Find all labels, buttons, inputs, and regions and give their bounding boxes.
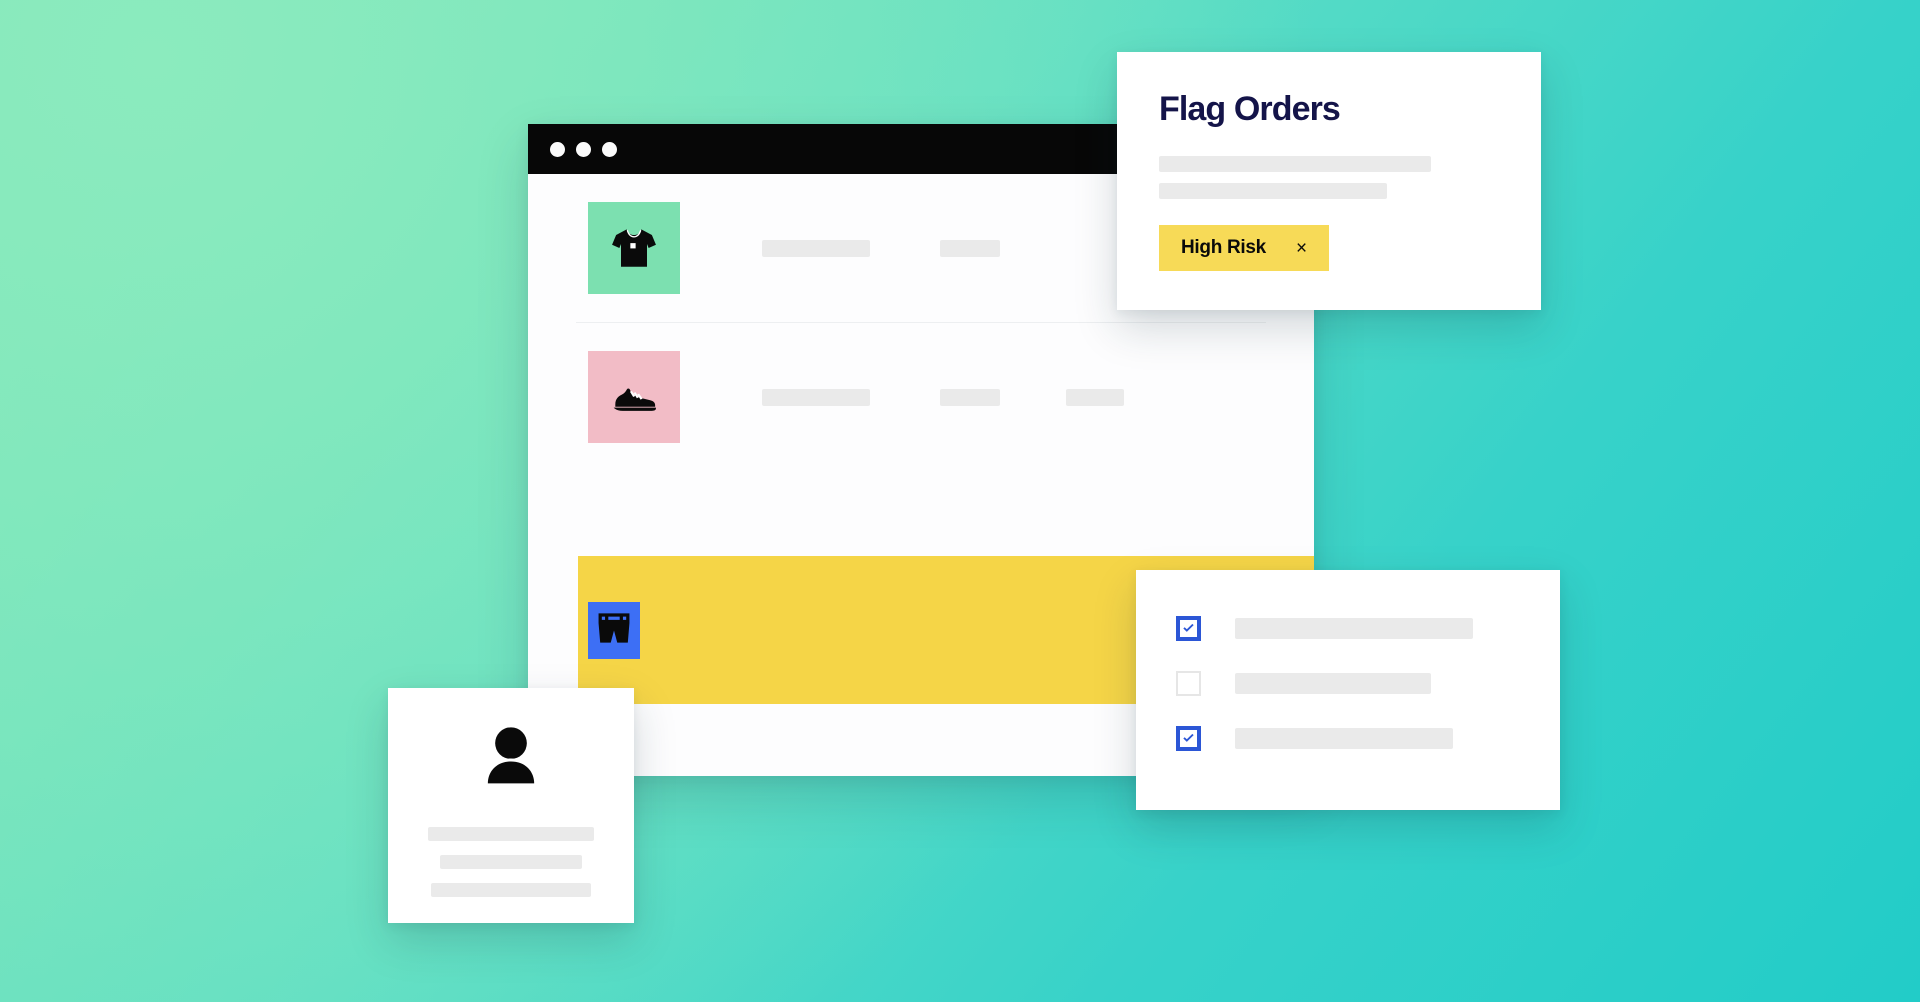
page-title: Flag Orders [1159, 90, 1341, 128]
shorts-icon [598, 612, 630, 643]
flag-orders-placeholder-lines [1159, 156, 1499, 199]
list-item[interactable] [1176, 726, 1520, 751]
window-dot-maximize[interactable] [602, 141, 617, 157]
tshirt-thumbnail [588, 202, 680, 294]
window-dot-close[interactable] [550, 141, 565, 157]
flag-orders-card: Flag Orders High Risk × [1117, 52, 1541, 310]
list-item-placeholder [1235, 618, 1473, 639]
list-item[interactable] [1176, 616, 1520, 641]
shorts-thumbnail [588, 601, 640, 659]
status-badge-label: High Risk [1181, 237, 1266, 258]
person-avatar-icon [487, 727, 535, 784]
field-placeholder [762, 388, 870, 406]
field-placeholder [940, 239, 1000, 257]
profile-card [388, 688, 634, 923]
checkmark-icon [1183, 733, 1194, 742]
list-item-placeholder [1235, 673, 1431, 694]
placeholder-line [428, 827, 594, 841]
page-background: Flag Orders High Risk × [0, 0, 1920, 1002]
sneaker-icon [613, 388, 656, 411]
field-placeholder [1066, 388, 1124, 406]
placeholder-line [431, 883, 591, 897]
status-badge[interactable]: High Risk × [1159, 225, 1329, 271]
order-row-fields [762, 239, 1000, 257]
avatar [472, 720, 550, 803]
field-placeholder [940, 388, 1000, 406]
checklist-card [1136, 570, 1560, 810]
order-row-fields [640, 621, 710, 639]
field-placeholder [762, 239, 870, 257]
order-row-sneaker[interactable] [528, 323, 1314, 471]
placeholder-line [1159, 183, 1387, 199]
sneaker-thumbnail [588, 351, 680, 443]
placeholder-line [440, 855, 582, 869]
list-item[interactable] [1176, 671, 1520, 696]
placeholder-line [1159, 156, 1431, 172]
window-dot-minimize[interactable] [576, 141, 591, 157]
checkmark-icon [1183, 623, 1194, 632]
checkbox-unchecked-icon[interactable] [1176, 671, 1201, 696]
profile-placeholder-lines [414, 827, 608, 897]
checkbox-checked-icon[interactable] [1176, 616, 1201, 641]
list-item-placeholder [1235, 728, 1453, 749]
order-row-fields [762, 388, 1124, 406]
tshirt-icon [612, 229, 656, 267]
checkbox-checked-icon[interactable] [1176, 726, 1201, 751]
close-icon[interactable]: × [1296, 239, 1307, 258]
